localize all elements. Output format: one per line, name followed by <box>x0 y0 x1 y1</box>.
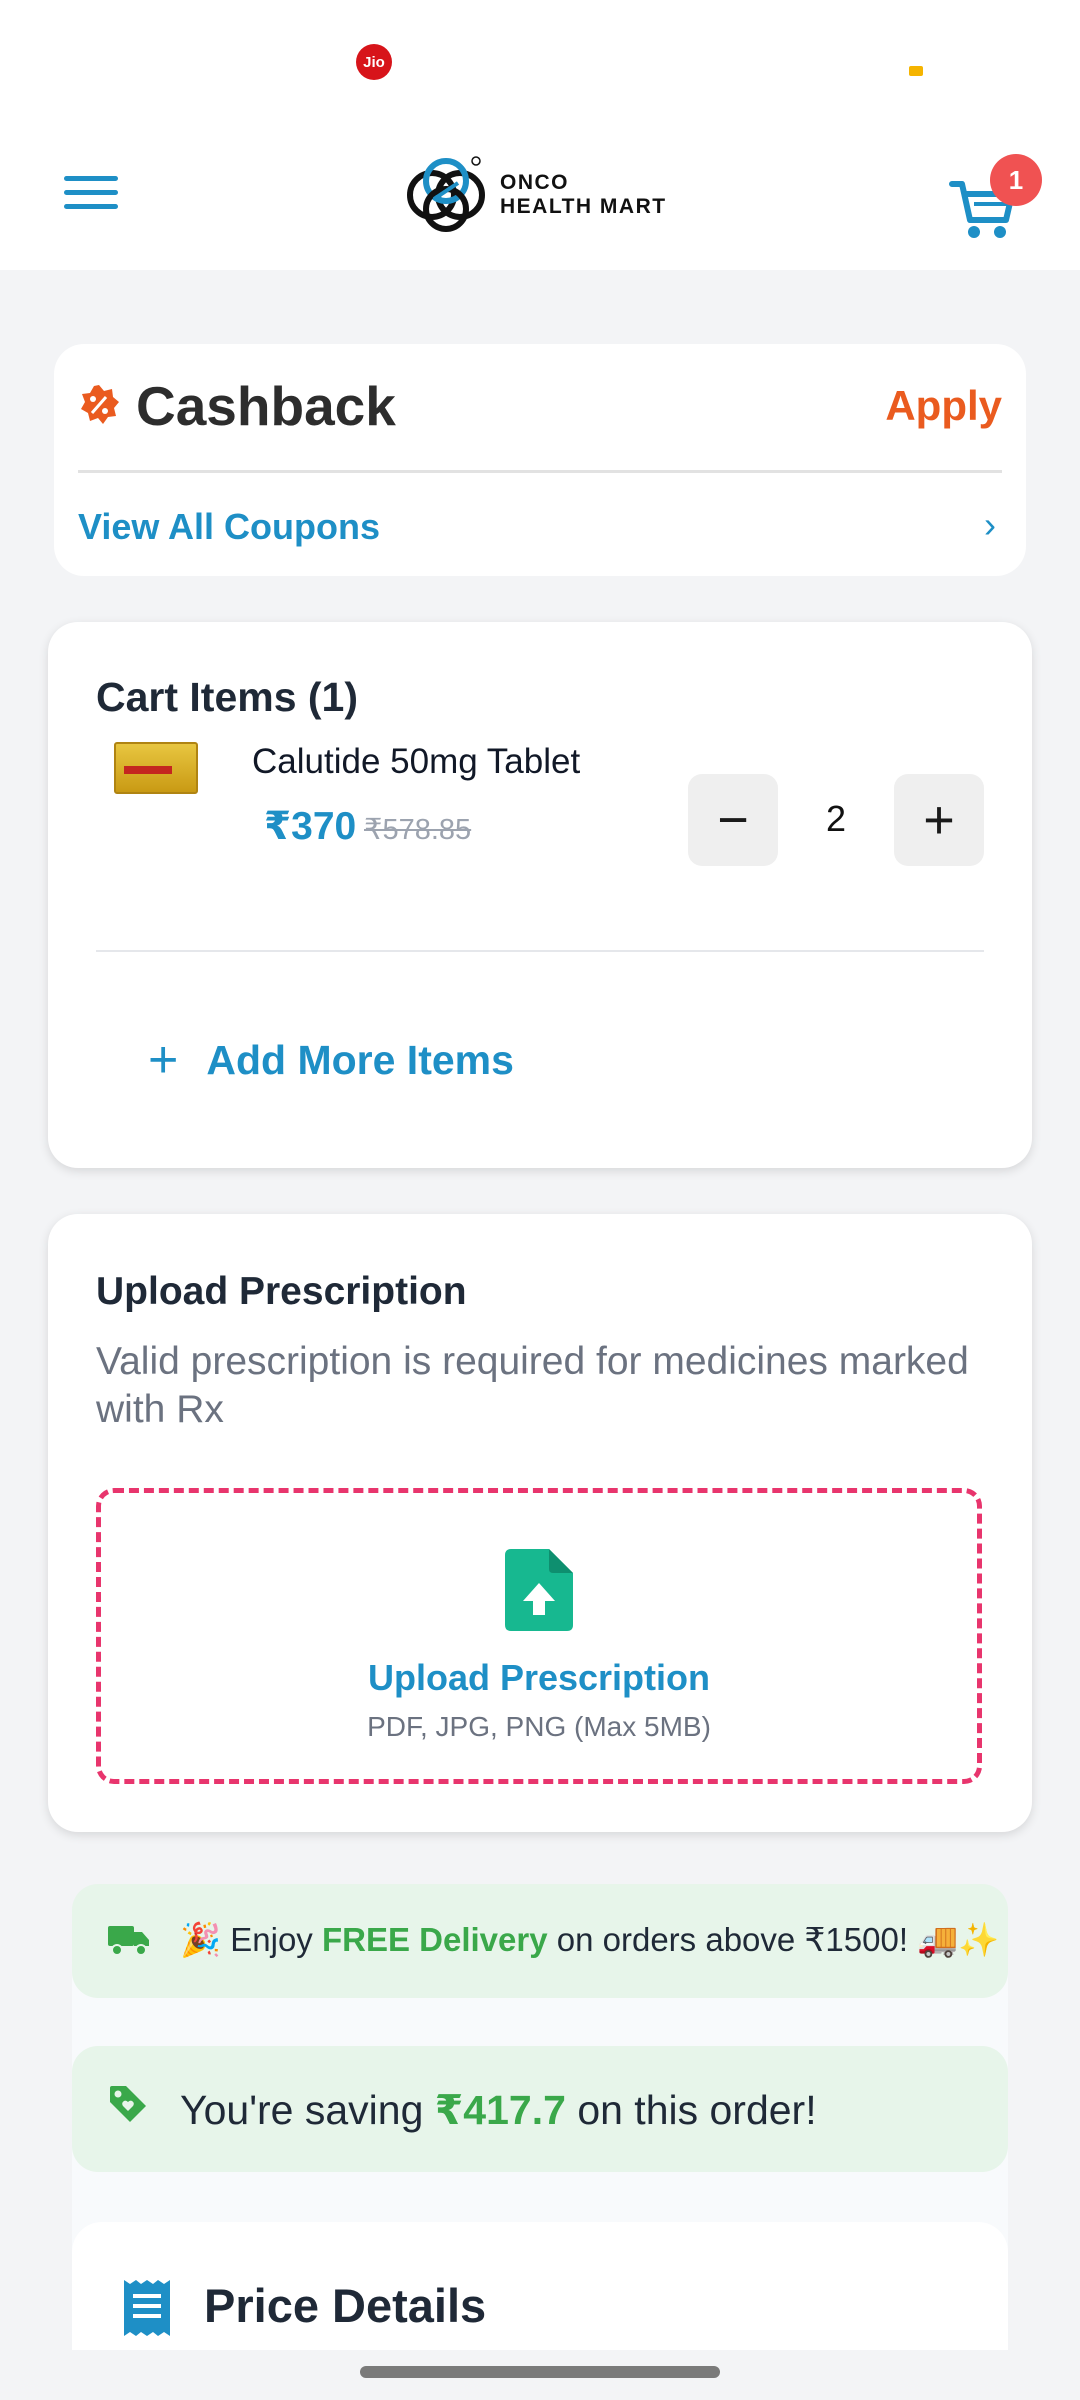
logo-line-2: HEALTH MART <box>500 195 667 218</box>
plus-icon: + <box>148 1031 179 1089</box>
view-all-coupons-link[interactable]: View All Coupons <box>78 506 380 548</box>
increase-quantity-button[interactable]: + <box>894 774 984 866</box>
savings-banner: You're saving ₹417.7 on this order! <box>72 2046 1008 2172</box>
truck-icon <box>108 1926 149 1956</box>
carrier-badge: Jio <box>356 44 392 80</box>
hamburger-menu-icon[interactable] <box>60 170 122 216</box>
free-delivery-text: 🎉 Enjoy FREE Delivery on orders above ₹1… <box>180 1920 999 1960</box>
upload-file-hint: PDF, JPG, PNG (Max 5MB) <box>367 1711 711 1742</box>
cart-button[interactable]: 1 <box>949 150 1050 250</box>
upload-prescription-card: Upload Prescription Valid prescription i… <box>48 1214 1032 1832</box>
apply-button[interactable]: Apply <box>885 382 1002 430</box>
cart-items-card: Cart Items (1) Calutide 50mg Tablet ₹370… <box>48 622 1032 1168</box>
cashback-card: Cashback Apply View All Coupons › <box>54 344 1026 576</box>
divider <box>78 470 1002 473</box>
divider <box>96 950 984 952</box>
status-bar: Jio <box>0 0 1080 120</box>
delivery-prefix: 🎉 Enjoy <box>180 1921 322 1958</box>
notification-icon <box>909 66 923 76</box>
tag-icon <box>110 2086 146 2122</box>
cart-count-badge: 1 <box>990 154 1042 206</box>
calutide-product-thumbnail[interactable] <box>114 742 198 794</box>
savings-amount: ₹417.7 <box>434 2087 566 2133</box>
decrease-quantity-button[interactable]: − <box>688 774 778 866</box>
logo-line-1: ONCO <box>500 171 569 194</box>
savings-text: You're saving ₹417.7 on this order! <box>180 2086 817 2134</box>
home-gesture-handle[interactable] <box>360 2366 720 2378</box>
receipt-icon <box>124 2280 170 2336</box>
free-delivery-highlight: FREE Delivery <box>321 1921 548 1958</box>
system-navigation-bar <box>0 2350 1080 2400</box>
add-more-items-label: Add More Items <box>206 1036 514 1083</box>
discount-badge-icon <box>81 385 119 424</box>
cashback-title: Cashback <box>136 375 396 437</box>
quantity-value: 2 <box>825 798 847 839</box>
savings-prefix: You're saving <box>180 2087 435 2133</box>
savings-suffix: on this order! <box>565 2087 817 2133</box>
cart-items-title: Cart Items (1) <box>96 674 359 720</box>
price-details-title: Price Details <box>204 2279 487 2332</box>
upload-prescription-button[interactable]: Upload Prescription <box>101 1657 977 1699</box>
app-header: ONCO HEALTH MART 1 <box>0 120 1080 270</box>
delivery-suffix: on orders above ₹1500! 🚚✨ <box>547 1921 1000 1958</box>
onco-health-mart-logo[interactable]: ONCO HEALTH MART <box>404 150 667 240</box>
free-delivery-banner: 🎉 Enjoy FREE Delivery on orders above ₹1… <box>72 1884 1008 1998</box>
prescription-drop-zone[interactable]: Upload Prescription PDF, JPG, PNG (Max 5… <box>96 1488 982 1784</box>
add-more-items-button[interactable]: + Add More Items <box>148 1034 514 1086</box>
logo-mark-icon <box>407 156 485 232</box>
upload-prescription-title: Upload Prescription <box>96 1270 467 1313</box>
product-mrp: ₹578.85 <box>364 814 472 846</box>
prescription-description: Valid prescription is required for medic… <box>96 1340 969 1431</box>
file-upload-icon <box>505 1549 573 1631</box>
product-name[interactable]: Calutide 50mg Tablet <box>252 742 580 782</box>
chevron-right-icon[interactable]: › <box>984 504 996 546</box>
product-price: ₹370 <box>264 805 357 848</box>
